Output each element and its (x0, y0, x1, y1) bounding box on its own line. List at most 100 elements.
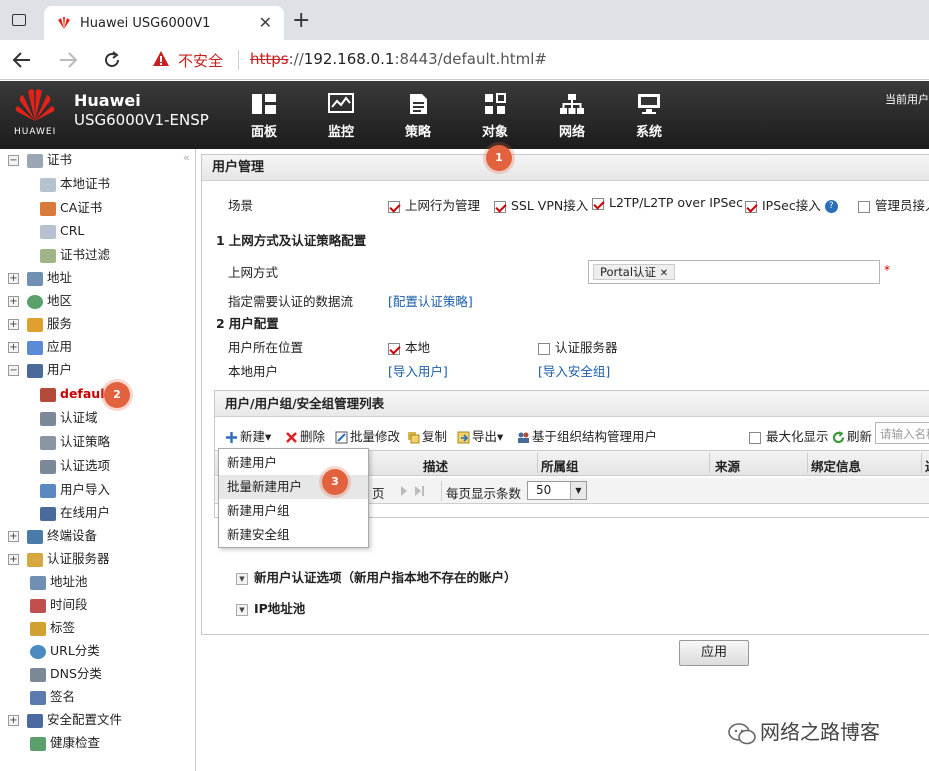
scene-internet-checkbox[interactable] (388, 200, 400, 213)
forward-arrow-icon[interactable] (58, 51, 78, 69)
collapse-sidebar-icon[interactable]: « (183, 151, 190, 164)
sidebar-item-service[interactable]: + 服务 (8, 313, 72, 335)
search-input[interactable]: 请输入名称 (875, 422, 929, 444)
maximize-checkbox[interactable] (749, 431, 761, 444)
import-user-link[interactable]: [导入用户] (388, 361, 448, 380)
sidebar-item-region[interactable]: + 地区 (8, 290, 72, 312)
new-button[interactable]: 新建▾ (225, 426, 271, 445)
sidebar-item-user-import[interactable]: 用户导入 (40, 479, 110, 501)
sidebar-item-auth-policy[interactable]: 认证策略 (40, 431, 110, 453)
delete-button[interactable]: 删除 (285, 426, 325, 445)
menu-item-new-security-group[interactable]: 新建安全组 (219, 523, 368, 547)
location-auth-server[interactable]: 认证服务器 (538, 337, 618, 356)
scene-l2tp[interactable]: L2TP/L2TP over IPSec (592, 195, 743, 210)
nav-monitor[interactable]: 监控 (311, 93, 371, 140)
expand-toggle-icon[interactable]: + (8, 296, 19, 307)
reload-icon[interactable] (102, 50, 122, 70)
help-icon[interactable]: ? (824, 200, 838, 213)
batch-edit-button[interactable]: 批量修改 (335, 426, 400, 445)
sidebar-item-cert-filter[interactable]: 证书过滤 (40, 244, 110, 266)
new-user-auth-options-expander[interactable]: ▼ 新用户认证选项（新用户指本地不存在的账户） (236, 567, 517, 586)
menu-item-new-user[interactable]: 新建用户 (219, 451, 368, 475)
col-expiry[interactable]: 过 (925, 456, 929, 475)
next-last-page-icon[interactable] (399, 485, 429, 497)
scene-ipsec[interactable]: IPSec接入 ? (745, 195, 838, 214)
scene-l2tp-checkbox[interactable] (592, 197, 604, 210)
sidebar-item-online-user[interactable]: 在线用户 (40, 502, 110, 524)
nav-network[interactable]: 网络 (542, 93, 602, 140)
scene-ssl-vpn[interactable]: SSL VPN接入 (494, 195, 588, 214)
sidebar-item-user[interactable]: − 用户 (8, 359, 72, 381)
sidebar-item-label: 应用 (47, 339, 73, 354)
apply-button[interactable]: 应用 (679, 640, 749, 666)
expand-toggle-icon[interactable]: + (8, 715, 19, 726)
nav-object[interactable]: 对象 (465, 93, 525, 140)
nav-policy[interactable]: 策略 (388, 93, 448, 140)
browser-tab[interactable]: Huawei USG6000V1 ✕ (44, 6, 284, 40)
sidebar-item-signature[interactable]: 签名 (30, 686, 75, 708)
sidebar-item-auth-server[interactable]: + 认证服务器 (8, 548, 110, 570)
ip-pool-expander[interactable]: ▼ IP地址池 (236, 598, 305, 617)
scene-ipsec-checkbox[interactable] (745, 200, 757, 213)
scene-admin[interactable]: 管理员接入 (858, 195, 929, 214)
nav-system[interactable]: 系统 (619, 93, 679, 140)
health-check-icon (30, 736, 46, 751)
nav-dashboard[interactable]: 面板 (234, 93, 294, 140)
sidebar-item-security-profile[interactable]: + 安全配置文件 (8, 709, 122, 731)
tag-remove-icon[interactable]: ✕ (660, 268, 668, 279)
expand-toggle-icon[interactable]: + (8, 319, 19, 330)
window-menu-icon[interactable] (12, 14, 26, 26)
col-binding[interactable]: 绑定信息 (811, 456, 861, 475)
collapse-toggle-icon[interactable]: − (8, 365, 19, 376)
import-group-link[interactable]: [导入安全组] (538, 361, 610, 380)
location-server-checkbox[interactable] (538, 342, 550, 355)
sidebar-item-tag[interactable]: 标签 (30, 617, 75, 639)
expand-toggle-icon[interactable]: + (8, 554, 19, 565)
back-arrow-icon[interactable] (12, 51, 32, 69)
expand-toggle-icon[interactable]: + (8, 531, 19, 542)
col-group[interactable]: 所属组 (541, 456, 579, 475)
page-size-select[interactable]: 50 ▼ (527, 481, 587, 500)
tag-text: Portal认证 (600, 265, 657, 279)
expand-toggle-icon[interactable]: + (8, 342, 19, 353)
access-method-field[interactable]: Portal认证 ✕ (588, 260, 880, 284)
maximize-toggle[interactable]: 最大化显示 (749, 426, 829, 445)
url-field[interactable]: https://192.168.0.1:8443/default.html# (250, 50, 547, 68)
sidebar-item-ca-cert[interactable]: CA证书 (40, 197, 102, 219)
configure-auth-policy-link[interactable]: [配置认证策略] (388, 291, 473, 310)
location-local[interactable]: 本地 (388, 337, 430, 356)
location-local-checkbox[interactable] (388, 342, 400, 355)
menu-item-new-user-group[interactable]: 新建用户组 (219, 499, 368, 523)
sidebar-item-terminal[interactable]: + 终端设备 (8, 525, 97, 547)
close-tab-icon[interactable]: ✕ (259, 13, 272, 32)
scene-ssl-checkbox[interactable] (494, 200, 506, 213)
sidebar-item-time-range[interactable]: 时间段 (30, 594, 88, 616)
col-description[interactable]: 描述 (423, 456, 448, 475)
scene-admin-checkbox[interactable] (858, 200, 870, 213)
sidebar-item-local-cert[interactable]: 本地证书 (40, 173, 110, 195)
step-badge-3: 3 (322, 469, 348, 495)
sidebar-item-dns-category[interactable]: DNS分类 (30, 663, 102, 685)
security-status[interactable]: 不安全 (178, 50, 223, 71)
refresh-button[interactable]: 刷新 (832, 426, 872, 445)
sidebar-item-application[interactable]: + 应用 (8, 336, 72, 358)
sidebar-item-url-category[interactable]: URL分类 (30, 640, 100, 662)
sidebar-item-certificate[interactable]: − 证书 (8, 149, 72, 171)
sidebar-item-auth-options[interactable]: 认证选项 (40, 455, 110, 477)
new-tab-button[interactable]: + (292, 8, 310, 33)
sidebar-item-address-pool[interactable]: 地址池 (30, 571, 88, 593)
collapse-toggle-icon[interactable]: − (8, 155, 19, 166)
copy-button[interactable]: 复制 (407, 426, 447, 445)
col-source[interactable]: 来源 (715, 456, 740, 475)
export-button[interactable]: 导出▾ (457, 426, 503, 445)
sidebar-item-default[interactable]: default (40, 383, 110, 405)
sidebar-item-address[interactable]: + 地址 (8, 267, 72, 289)
sidebar-item-auth-domain[interactable]: 认证域 (40, 407, 98, 429)
scene-internet-behavior[interactable]: 上网行为管理 (388, 195, 480, 214)
org-manage-button[interactable]: 基于组织结构管理用户 (517, 426, 657, 445)
expand-toggle-icon[interactable]: + (8, 273, 19, 284)
warning-icon[interactable] (152, 50, 170, 68)
list-title: 用户/用户组/安全组管理列表 (215, 391, 929, 417)
sidebar-item-crl[interactable]: CRL (40, 220, 84, 242)
sidebar-item-health-check[interactable]: 健康检查 (30, 732, 100, 754)
